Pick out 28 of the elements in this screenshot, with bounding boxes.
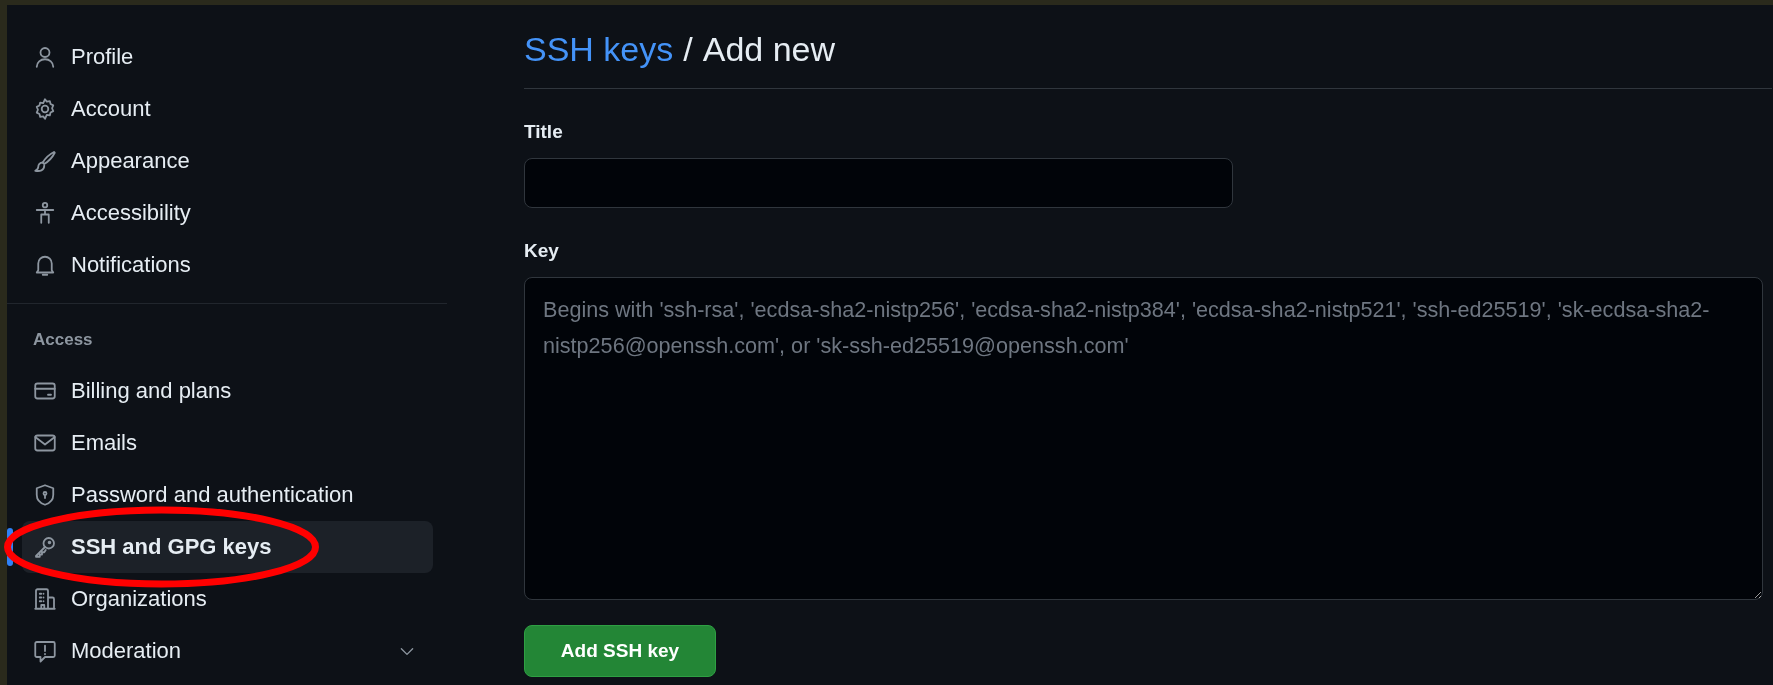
add-key-button[interactable]: Add SSH key xyxy=(524,625,716,677)
sidebar-item[interactable]: Password and authentication xyxy=(22,469,433,521)
sidebar-item[interactable]: Accessibility xyxy=(22,187,433,239)
field-label: Title xyxy=(524,120,564,144)
accessibility-icon xyxy=(33,201,57,225)
bell-icon xyxy=(33,253,57,277)
sidebar-item[interactable]: Account xyxy=(22,83,433,135)
sidebar-item[interactable]: Organizations xyxy=(22,573,433,625)
title-field[interactable] xyxy=(524,158,1233,208)
field-label: Key xyxy=(524,239,560,263)
breadcrumb-separator: / xyxy=(683,30,693,68)
sidebar-item[interactable]: Appearance xyxy=(22,135,433,187)
page-title: Add new xyxy=(702,30,836,68)
sidebar-item[interactable]: Emails xyxy=(22,417,433,469)
building-icon xyxy=(33,587,57,611)
shield-icon xyxy=(33,483,57,507)
sidebar-item[interactable]: Notifications xyxy=(22,239,433,291)
sidebar-item[interactable]: Profile xyxy=(22,31,433,83)
sidebar-item[interactable]: Moderation xyxy=(22,625,433,677)
sidebar-item[interactable]: Billing and plans xyxy=(22,365,433,417)
gear-icon xyxy=(33,97,57,121)
key-field[interactable]: Begins with 'ssh-rsa', 'ecdsa-sha2-nistp256', 'ecdsa-sha2-nistp384', 'ecdsa-sha2-nistp521', 'ssh-ed25519', 'sk-ecdsa-sha2-nistp256@openssh.com', or 'sk-ssh-ed25519@openssh.com' xyxy=(524,277,1763,600)
paintbrush-icon xyxy=(33,149,57,173)
key-icon xyxy=(33,535,57,559)
report-icon xyxy=(33,639,57,663)
breadcrumb-link[interactable]: SSH keys xyxy=(524,30,674,68)
section-heading: Access xyxy=(33,329,94,351)
person-icon xyxy=(33,45,57,69)
